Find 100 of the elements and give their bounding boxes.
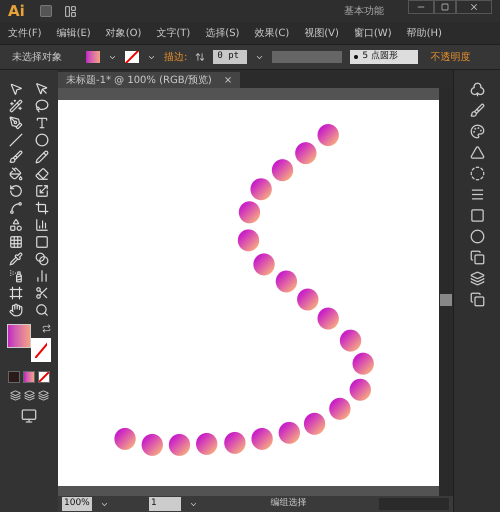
stroke-label: 描边: bbox=[164, 50, 188, 64]
ellipse-icon[interactable] bbox=[35, 133, 49, 147]
status-text: 编组选择 bbox=[270, 497, 308, 510]
crop-icon[interactable] bbox=[35, 201, 49, 215]
gradient-dot bbox=[224, 432, 246, 454]
scissors-icon[interactable] bbox=[35, 286, 49, 300]
stroke-color-swatch[interactable] bbox=[31, 338, 51, 362]
screen-mode-icon[interactable] bbox=[21, 408, 37, 424]
gradient-dot bbox=[238, 229, 260, 252]
scale-icon[interactable] bbox=[35, 184, 49, 198]
circle-icon[interactable] bbox=[470, 229, 484, 244]
menu-item[interactable]: 效果(C) bbox=[254, 26, 290, 40]
arrange-icon[interactable] bbox=[64, 4, 77, 18]
menu-item[interactable]: 窗口(W) bbox=[354, 26, 392, 40]
dashed-circle-icon[interactable] bbox=[470, 166, 484, 181]
gradient-dot bbox=[350, 378, 371, 401]
gradient-dot bbox=[329, 398, 351, 420]
gradient-dot bbox=[318, 308, 339, 330]
pencil-icon[interactable] bbox=[35, 150, 49, 164]
stroke-weight-field[interactable]: 0 pt bbox=[213, 50, 248, 64]
palette-icon[interactable] bbox=[470, 124, 484, 139]
gradient-dot bbox=[142, 434, 163, 456]
none-mode-button[interactable] bbox=[38, 371, 50, 383]
menu-item[interactable]: 编辑(E) bbox=[56, 26, 91, 40]
gradient-dot bbox=[278, 422, 300, 444]
page-field[interactable]: 1 bbox=[149, 497, 181, 511]
shapes-icon[interactable] bbox=[9, 218, 23, 232]
draw-mode-icon[interactable] bbox=[38, 390, 48, 401]
brush-dropdown[interactable]: 5 点圆形 bbox=[350, 50, 418, 64]
gradient-dot bbox=[297, 288, 318, 311]
frame-icon[interactable] bbox=[9, 286, 23, 300]
stroke-swatch[interactable] bbox=[125, 51, 139, 63]
opacity-label[interactable]: 不透明度 bbox=[430, 50, 470, 64]
wand-icon[interactable] bbox=[9, 99, 23, 113]
gradient-dot bbox=[295, 142, 317, 164]
fill-swatch[interactable] bbox=[86, 51, 100, 63]
bar-chart-icon[interactable] bbox=[35, 269, 49, 283]
pointer-icon[interactable] bbox=[35, 82, 49, 96]
gradient-dot bbox=[238, 201, 260, 224]
gradient-dot bbox=[114, 428, 136, 450]
brush-icon[interactable] bbox=[470, 103, 484, 118]
fill-color-swatch[interactable] bbox=[7, 324, 31, 348]
square-icon[interactable] bbox=[35, 235, 49, 249]
draw-mode-icon[interactable] bbox=[10, 390, 20, 401]
close-icon[interactable] bbox=[456, 0, 492, 14]
document-tab[interactable]: 未标题-1* @ 100% (RGB/预览) × bbox=[58, 72, 240, 88]
scrollbar-thumb[interactable] bbox=[440, 294, 452, 306]
gradient-dot bbox=[196, 432, 218, 455]
pipette-icon[interactable] bbox=[9, 252, 23, 266]
gradient-mode-button[interactable] bbox=[23, 371, 35, 383]
menu-item[interactable]: 帮助(H) bbox=[406, 26, 442, 40]
gradient-dot bbox=[250, 178, 272, 200]
stepper-icon[interactable] bbox=[195, 52, 206, 62]
workspace-switcher[interactable]: 基本功能 bbox=[344, 4, 384, 18]
zoom-field[interactable]: 100% bbox=[62, 497, 92, 511]
square-icon[interactable] bbox=[470, 208, 484, 223]
draw-mode-icon[interactable] bbox=[24, 390, 34, 401]
menu-item[interactable]: 对象(O) bbox=[106, 26, 142, 40]
type-icon[interactable] bbox=[35, 116, 49, 130]
gradient-dot bbox=[168, 434, 190, 456]
menu-item[interactable]: 文件(F) bbox=[8, 26, 42, 40]
grid-icon[interactable] bbox=[9, 235, 23, 249]
chart-icon[interactable] bbox=[35, 218, 49, 232]
gradient-dot bbox=[318, 124, 339, 146]
swap-icon[interactable] bbox=[42, 324, 51, 333]
arrow-icon[interactable] bbox=[9, 82, 23, 96]
menu-item[interactable]: 视图(V) bbox=[304, 26, 339, 40]
gradient-dot bbox=[340, 330, 362, 352]
club-icon[interactable] bbox=[470, 82, 484, 97]
bucket-icon[interactable] bbox=[9, 167, 23, 181]
color-mode-button[interactable] bbox=[8, 371, 20, 383]
tab-close[interactable]: × bbox=[224, 72, 232, 88]
gradient-dot bbox=[352, 352, 374, 375]
gradient-dot bbox=[253, 253, 275, 276]
lasso-icon[interactable] bbox=[35, 99, 49, 113]
lines-icon[interactable] bbox=[470, 187, 484, 202]
copy-icon[interactable] bbox=[470, 250, 484, 265]
maximize-icon[interactable] bbox=[434, 0, 456, 14]
triangle-icon[interactable] bbox=[470, 145, 484, 160]
curve-icon[interactable] bbox=[9, 201, 23, 215]
pen-icon[interactable] bbox=[9, 116, 23, 130]
menu-item[interactable]: 文字(T) bbox=[156, 26, 190, 40]
selection-label: 未选择对象 bbox=[12, 50, 63, 64]
stacked-squares-icon[interactable] bbox=[470, 292, 484, 307]
gradient-dot bbox=[272, 159, 294, 182]
gradient-dot bbox=[276, 270, 298, 292]
blend-icon[interactable] bbox=[35, 252, 49, 266]
line-icon[interactable] bbox=[9, 133, 23, 147]
gradient-dot bbox=[251, 428, 273, 450]
layers-icon[interactable] bbox=[470, 271, 484, 286]
zoom-icon[interactable] bbox=[35, 303, 49, 317]
gradient-dot bbox=[304, 412, 326, 435]
rotate-icon[interactable] bbox=[9, 184, 23, 198]
spray-can-icon[interactable] bbox=[9, 269, 23, 283]
brush-icon[interactable] bbox=[9, 150, 23, 164]
eraser-icon[interactable] bbox=[35, 167, 49, 181]
hand-icon[interactable] bbox=[9, 303, 23, 317]
menu-item[interactable]: 选择(S) bbox=[205, 26, 240, 40]
document-title: 未标题-1* @ 100% (RGB/预览) bbox=[66, 74, 212, 88]
app-logo: Ai bbox=[8, 0, 26, 22]
